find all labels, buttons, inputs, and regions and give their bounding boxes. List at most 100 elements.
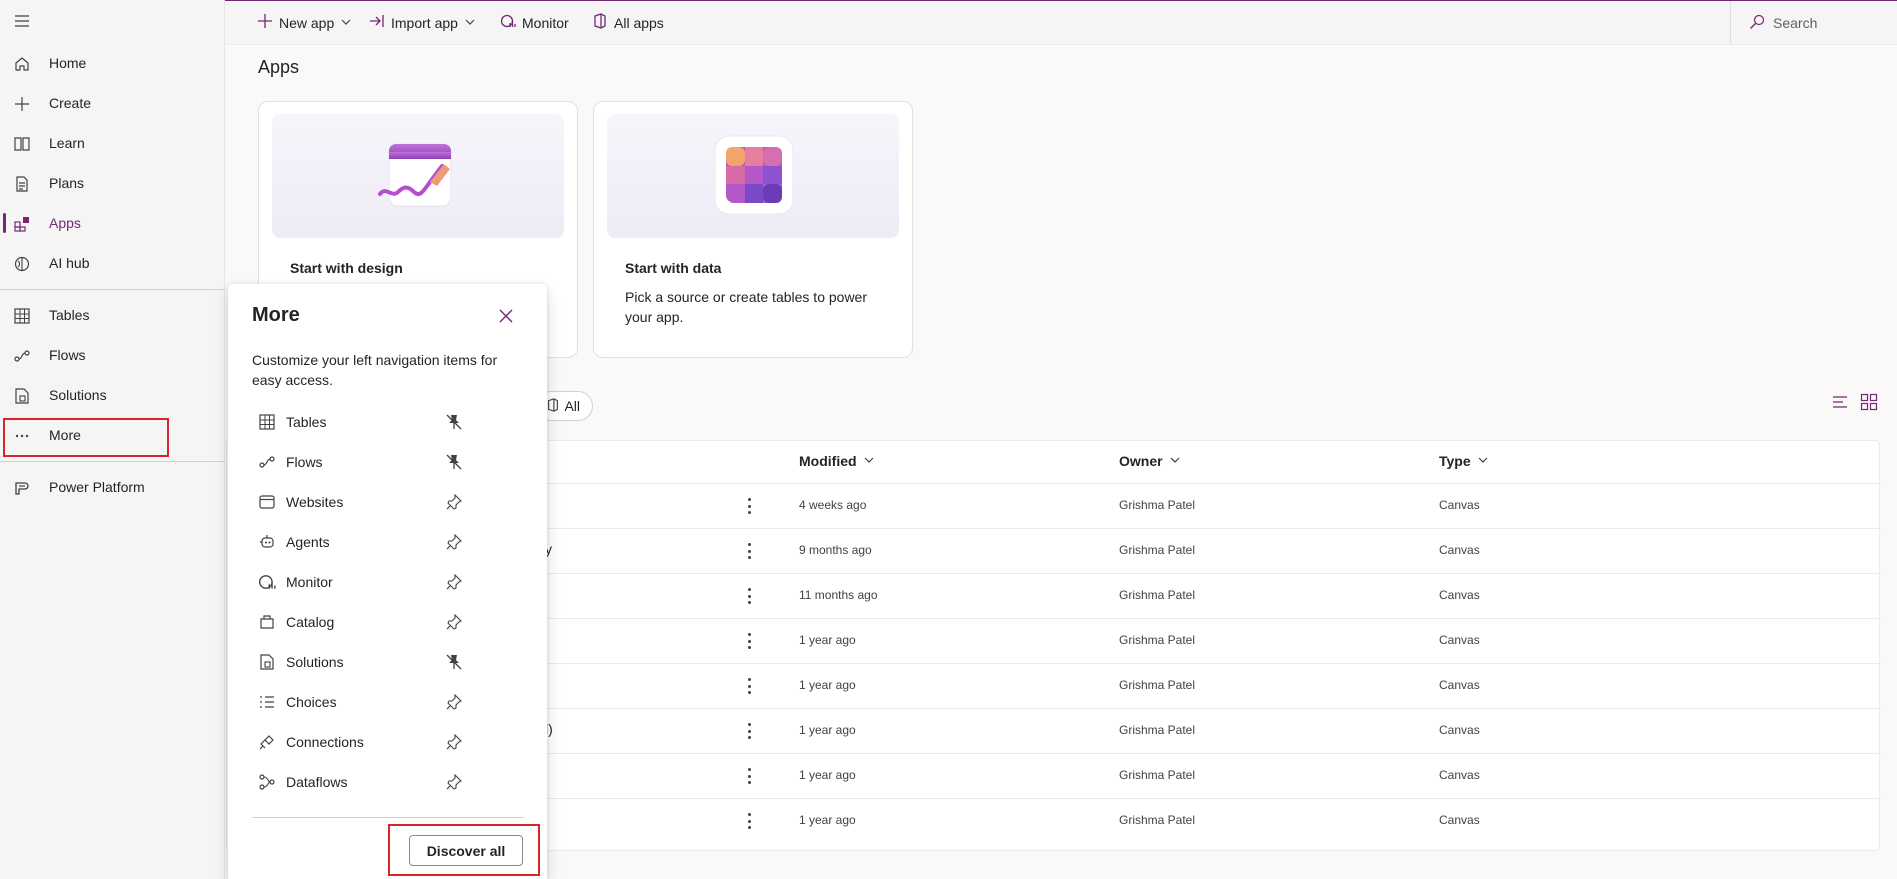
column-header-type[interactable]: Type bbox=[1439, 453, 1489, 469]
more-item-flows[interactable]: Flows bbox=[242, 446, 532, 478]
pin-icon[interactable] bbox=[445, 733, 463, 751]
ai-hub-icon bbox=[13, 255, 31, 273]
column-header-modified[interactable]: Modified bbox=[799, 453, 875, 469]
pin-icon[interactable] bbox=[445, 613, 463, 631]
sidebar-item-flows[interactable]: Flows bbox=[0, 339, 225, 371]
owner-cell: Grishma Patel bbox=[1119, 543, 1196, 557]
more-actions-icon[interactable] bbox=[746, 541, 752, 561]
website-icon bbox=[258, 493, 276, 511]
start-with-data-card[interactable]: Start with data Pick a source or create … bbox=[593, 101, 913, 358]
all-apps-label: All apps bbox=[614, 14, 664, 31]
pinned-icon[interactable] bbox=[445, 453, 463, 471]
discover-all-highlight-box bbox=[388, 824, 540, 876]
flow-icon bbox=[13, 347, 31, 365]
left-navigation: Home Create Learn Plans Apps AI hub Tabl… bbox=[0, 0, 225, 879]
solutions-icon bbox=[258, 653, 276, 671]
import-app-button[interactable]: Import app bbox=[369, 13, 476, 32]
import-app-label: Import app bbox=[391, 14, 458, 31]
card-title: Start with design bbox=[290, 260, 403, 276]
close-icon[interactable] bbox=[496, 306, 516, 326]
more-item-monitor[interactable]: Monitor bbox=[242, 566, 532, 598]
plus-icon bbox=[13, 95, 31, 113]
more-item-label: Dataflows bbox=[286, 774, 348, 790]
more-panel: More Customize your left navigation item… bbox=[228, 284, 547, 879]
owner-cell: Grishma Patel bbox=[1119, 678, 1196, 692]
owner-cell: Grishma Patel bbox=[1119, 633, 1196, 647]
sidebar-item-create[interactable]: Create bbox=[0, 87, 225, 119]
more-item-label: Tables bbox=[286, 414, 327, 430]
table-icon bbox=[13, 307, 31, 325]
sidebar-item-label: Plans bbox=[49, 175, 85, 191]
sidebar-divider bbox=[0, 289, 225, 290]
more-item-label: Agents bbox=[286, 534, 330, 550]
pin-icon[interactable] bbox=[445, 693, 463, 711]
more-item-tables[interactable]: Tables bbox=[242, 406, 532, 438]
list-view-icon[interactable] bbox=[1830, 392, 1850, 412]
header-label: Owner bbox=[1119, 453, 1163, 469]
chevron-down-icon bbox=[1169, 453, 1181, 469]
plans-icon bbox=[13, 175, 31, 193]
more-actions-icon[interactable] bbox=[746, 631, 752, 651]
column-header-owner[interactable]: Owner bbox=[1119, 453, 1181, 469]
search-box bbox=[1730, 1, 1897, 45]
pinned-icon[interactable] bbox=[445, 413, 463, 431]
more-item-websites[interactable]: Websites bbox=[242, 486, 532, 518]
catalog-icon bbox=[258, 613, 276, 631]
sidebar-item-tables[interactable]: Tables bbox=[0, 299, 225, 331]
more-actions-icon[interactable] bbox=[746, 586, 752, 606]
type-cell: Canvas bbox=[1439, 678, 1480, 692]
more-actions-icon[interactable] bbox=[746, 811, 752, 831]
more-item-agents[interactable]: Agents bbox=[242, 526, 532, 558]
new-app-button[interactable]: New app bbox=[257, 13, 352, 32]
sidebar-item-label: Solutions bbox=[49, 387, 107, 403]
more-item-label: Flows bbox=[286, 454, 323, 470]
more-item-connections[interactable]: Connections bbox=[242, 726, 532, 758]
sidebar-item-solutions[interactable]: Solutions bbox=[0, 379, 225, 411]
type-cell: Canvas bbox=[1439, 543, 1480, 557]
more-item-choices[interactable]: Choices bbox=[242, 686, 532, 718]
monitor-button[interactable]: Monitor bbox=[500, 13, 569, 32]
search-input[interactable] bbox=[1773, 15, 1883, 31]
plus-icon bbox=[257, 13, 273, 32]
sidebar-item-apps[interactable]: Apps bbox=[0, 207, 225, 239]
more-item-dataflows[interactable]: Dataflows bbox=[242, 766, 532, 798]
data-tables-icon bbox=[714, 135, 794, 215]
sidebar-item-ai-hub[interactable]: AI hub bbox=[0, 247, 225, 279]
more-item-label: Websites bbox=[286, 494, 344, 510]
more-item-catalog[interactable]: Catalog bbox=[242, 606, 532, 638]
sidebar-item-learn[interactable]: Learn bbox=[0, 127, 225, 159]
more-actions-icon[interactable] bbox=[746, 496, 752, 516]
monitor-icon bbox=[258, 573, 276, 591]
more-actions-icon[interactable] bbox=[746, 721, 752, 741]
sidebar-item-power-platform[interactable]: Power Platform bbox=[0, 471, 225, 503]
more-actions-icon[interactable] bbox=[746, 676, 752, 696]
grid-view-icon[interactable] bbox=[1859, 392, 1879, 412]
all-apps-icon bbox=[592, 13, 608, 32]
owner-cell: Grishma Patel bbox=[1119, 588, 1196, 602]
pinned-icon[interactable] bbox=[445, 653, 463, 671]
hamburger-menu-icon[interactable] bbox=[13, 12, 31, 30]
book-icon bbox=[13, 135, 31, 153]
pin-icon[interactable] bbox=[445, 773, 463, 791]
all-apps-button[interactable]: All apps bbox=[592, 13, 664, 32]
sidebar-item-plans[interactable]: Plans bbox=[0, 167, 225, 199]
more-item-label: Connections bbox=[286, 734, 364, 750]
new-app-label: New app bbox=[279, 14, 335, 31]
owner-cell: Grishma Patel bbox=[1119, 498, 1196, 512]
chevron-down-icon bbox=[464, 15, 476, 31]
sidebar-item-home[interactable]: Home bbox=[0, 47, 225, 79]
owner-cell: Grishma Patel bbox=[1119, 813, 1196, 827]
modified-cell: 1 year ago bbox=[799, 768, 856, 782]
pin-icon[interactable] bbox=[445, 573, 463, 591]
dataflows-icon bbox=[258, 773, 276, 791]
sidebar-item-label: Flows bbox=[49, 347, 86, 363]
more-actions-icon[interactable] bbox=[746, 766, 752, 786]
type-cell: Canvas bbox=[1439, 813, 1480, 827]
more-item-solutions[interactable]: Solutions bbox=[242, 646, 532, 678]
owner-cell: Grishma Patel bbox=[1119, 723, 1196, 737]
more-panel-title: More bbox=[252, 304, 300, 326]
more-panel-description: Customize your left navigation items for… bbox=[252, 352, 498, 388]
pin-icon[interactable] bbox=[445, 493, 463, 511]
sidebar-item-label: Create bbox=[49, 95, 92, 111]
pin-icon[interactable] bbox=[445, 533, 463, 551]
